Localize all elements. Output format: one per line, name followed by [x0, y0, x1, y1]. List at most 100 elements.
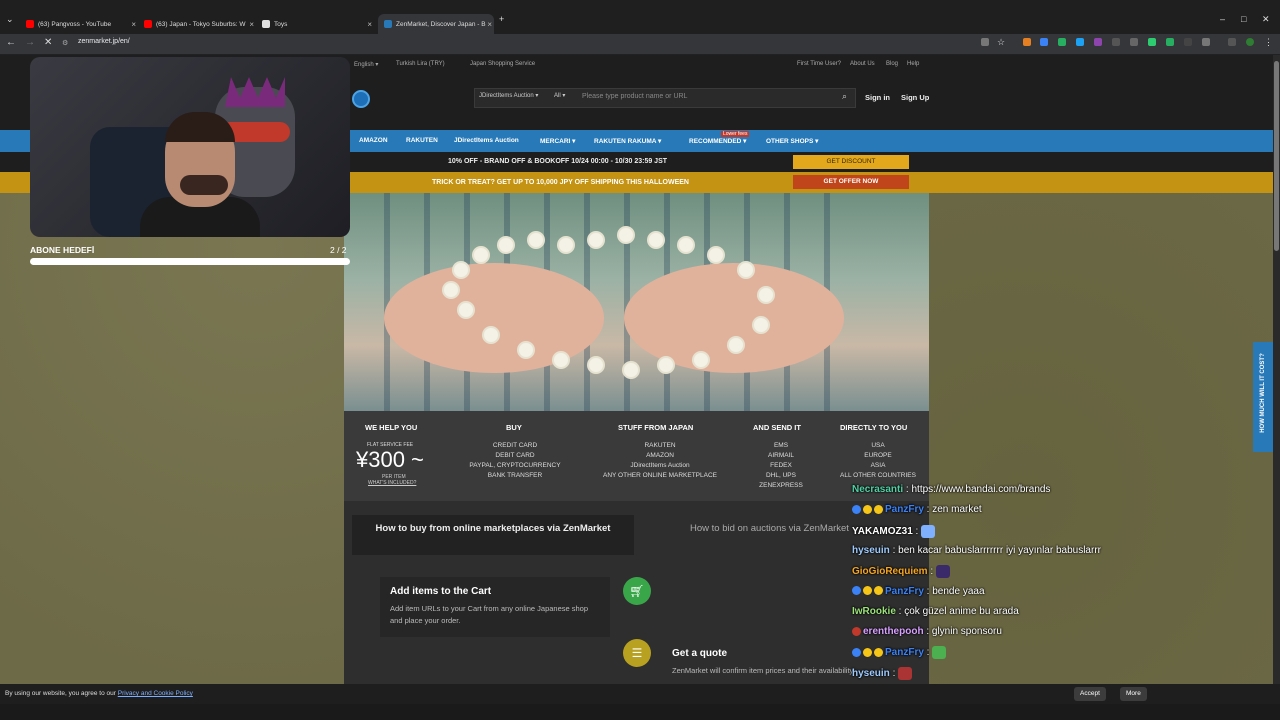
- col-head-buy: BUY: [506, 423, 522, 432]
- sign-in-link[interactable]: Sign in: [865, 93, 890, 102]
- chat-message: PanzFry : bende yaaa: [852, 586, 985, 597]
- tab-how-to-buy[interactable]: How to buy from online marketplaces via …: [352, 515, 634, 555]
- chat-text: :: [923, 647, 933, 659]
- extension-icon[interactable]: [1228, 38, 1236, 46]
- col-head-direct: DIRECTLY TO YOU: [840, 423, 908, 432]
- sub-goal-progress-bar: [30, 258, 350, 265]
- tab-toys[interactable]: Toys ×: [256, 14, 374, 34]
- step-title: Add items to the Cart: [390, 586, 492, 597]
- quote-list-icon: ☰: [623, 639, 651, 667]
- extension-icon[interactable]: [1040, 38, 1048, 46]
- payment-credit-card: CREDIT CARD: [492, 442, 538, 449]
- extension-icon[interactable]: [1076, 38, 1084, 46]
- link-help[interactable]: Help: [907, 61, 919, 67]
- window-close-button[interactable]: ✕: [1262, 14, 1270, 25]
- search-category-select[interactable]: JDirectItems Auction ▾: [479, 92, 538, 99]
- tab-how-to-bid[interactable]: How to bid on auctions via ZenMarket: [690, 523, 849, 534]
- profile-avatar[interactable]: [1246, 38, 1254, 46]
- streamer-webcam: [30, 57, 350, 237]
- menu-kebab-icon[interactable]: ⋮: [1264, 38, 1273, 47]
- new-tab-button[interactable]: +: [499, 14, 504, 24]
- stop-loading-icon[interactable]: ✕: [44, 37, 52, 48]
- chat-text: : bende yaaa: [923, 585, 985, 597]
- get-offer-button[interactable]: GET OFFER NOW: [793, 175, 909, 189]
- extension-icon[interactable]: [1094, 38, 1102, 46]
- extension-icon[interactable]: [1184, 38, 1192, 46]
- link-about[interactable]: About Us: [850, 61, 875, 67]
- currency-select[interactable]: Turkish Lira (TRY): [396, 61, 445, 67]
- link-blog[interactable]: Blog: [886, 61, 898, 67]
- url-bar[interactable]: [58, 36, 1018, 52]
- source-amazon: AMAZON: [646, 452, 674, 459]
- scrollbar-thumb[interactable]: [1274, 61, 1279, 251]
- search-input[interactable]: Please type product name or URL: [582, 93, 687, 100]
- chat-emote-icon: [935, 565, 950, 579]
- privacy-policy-link[interactable]: Privacy and Cookie Policy: [118, 690, 193, 697]
- chat-emote-icon: [898, 666, 913, 680]
- star-icon[interactable]: ☆: [997, 38, 1005, 47]
- extensions-puzzle-icon[interactable]: [1202, 38, 1210, 46]
- close-icon[interactable]: ×: [487, 20, 492, 29]
- whats-included-link[interactable]: WHAT'S INCLUDED?: [368, 480, 416, 486]
- chat-username[interactable]: PanzFry: [885, 504, 924, 515]
- chat-message: PanzFry : zen market: [852, 504, 982, 515]
- site-info-icon[interactable]: ⚙: [62, 39, 70, 47]
- eye-off-icon[interactable]: [981, 38, 989, 46]
- extension-icon[interactable]: [1130, 38, 1138, 46]
- url-text[interactable]: zenmarket.jp/en/: [78, 38, 130, 45]
- tab-youtube-japan[interactable]: (63) Japan - Tokyo Suburbs: W ×: [138, 14, 256, 34]
- cost-calculator-tab[interactable]: HOW MUCH WILL IT COST?: [1253, 342, 1273, 452]
- sign-up-link[interactable]: Sign Up: [901, 93, 929, 102]
- tab-search-icon[interactable]: ⌄: [6, 14, 14, 25]
- close-icon[interactable]: ×: [367, 20, 372, 29]
- close-icon[interactable]: ×: [249, 20, 254, 29]
- close-icon[interactable]: ×: [131, 20, 136, 29]
- nav-amazon[interactable]: AMAZON: [359, 137, 388, 144]
- language-select[interactable]: English ▾: [354, 61, 378, 68]
- extension-icon[interactable]: [1166, 38, 1174, 46]
- back-button[interactable]: ←: [6, 37, 16, 48]
- nav-rakuten-rakuma[interactable]: RAKUTEN RAKUMA ▾: [594, 137, 661, 145]
- nav-recommended[interactable]: RECOMMENDED ▾: [689, 137, 746, 145]
- search-icon[interactable]: ⌕: [842, 91, 847, 102]
- extension-icon[interactable]: [1058, 38, 1066, 46]
- ship-zenexpress: ZENEXPRESS: [759, 482, 803, 489]
- col-head-send: AND SEND IT: [753, 423, 801, 432]
- extension-icon[interactable]: [1023, 38, 1031, 46]
- chat-username[interactable]: IwRookie: [852, 606, 896, 617]
- dest-europe: EUROPE: [864, 452, 892, 459]
- maximize-button[interactable]: □: [1241, 14, 1246, 24]
- chat-username[interactable]: erenthepooh: [863, 626, 924, 637]
- tab-label: How to buy from online marketplaces via …: [375, 523, 611, 534]
- chat-username[interactable]: YAKAMOZ31: [852, 526, 913, 537]
- minimize-button[interactable]: –: [1220, 14, 1225, 24]
- chat-username[interactable]: PanzFry: [885, 648, 924, 659]
- chat-badge-icon: [874, 505, 883, 515]
- nav-other-shops[interactable]: OTHER SHOPS ▾: [766, 137, 818, 145]
- tab-label: ZenMarket, Discover Japan - B: [396, 20, 486, 28]
- chat-message: hyseuin : ben kacar babuslarrrrrrr iyi y…: [852, 545, 1101, 556]
- chat-username[interactable]: Necrasanti: [852, 484, 903, 495]
- link-first-time[interactable]: First Time User?: [797, 61, 841, 67]
- cookie-accept-button[interactable]: Accept: [1074, 687, 1106, 701]
- extension-icon[interactable]: [1148, 38, 1156, 46]
- get-discount-button[interactable]: GET DISCOUNT: [793, 155, 909, 169]
- chat-username[interactable]: hyseuin: [852, 668, 890, 679]
- extension-icon[interactable]: [1112, 38, 1120, 46]
- cookie-more-button[interactable]: More: [1120, 687, 1147, 701]
- zenmarket-logo[interactable]: [352, 90, 370, 108]
- nav-jdirectitems[interactable]: JDirectItems Auction: [454, 137, 519, 144]
- nav-mercari[interactable]: MERCARI ▾: [540, 137, 575, 145]
- chat-message: IwRookie : çok güzel anime bu arada: [852, 606, 1019, 617]
- forward-button[interactable]: →: [25, 37, 35, 48]
- chat-username[interactable]: PanzFry: [885, 586, 924, 597]
- tab-youtube-pangvoss[interactable]: (63) Pangvoss - YouTube ×: [20, 14, 138, 34]
- chat-username[interactable]: GioGioRequiem: [852, 566, 928, 577]
- step-title: Get a quote: [672, 648, 728, 659]
- search-scope-select[interactable]: All ▾: [554, 92, 565, 99]
- source-jdirectitems: JDirectItems Auction: [630, 462, 690, 469]
- chat-username[interactable]: hyseuin: [852, 545, 890, 556]
- chat-message: hyseuin :: [852, 666, 913, 680]
- nav-rakuten[interactable]: RAKUTEN: [406, 137, 438, 144]
- tab-zenmarket[interactable]: ZenMarket, Discover Japan - B ×: [378, 14, 494, 34]
